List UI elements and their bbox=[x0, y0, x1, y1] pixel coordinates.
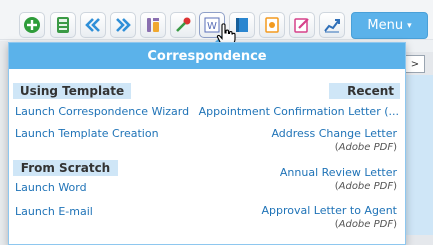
add-button[interactable] bbox=[19, 12, 45, 38]
document-orange-icon bbox=[265, 17, 279, 33]
key-icon bbox=[176, 17, 191, 32]
background-highlight-strip bbox=[404, 75, 433, 235]
edit-button[interactable] bbox=[289, 12, 315, 38]
double-left-arrow-icon bbox=[85, 18, 100, 32]
edit-pink-icon bbox=[294, 18, 309, 33]
from-scratch-header: From Scratch bbox=[13, 160, 118, 176]
add-icon bbox=[24, 17, 40, 33]
menu-button[interactable]: Menu ▾ bbox=[351, 12, 428, 39]
calculator-icon bbox=[57, 17, 69, 33]
launch-correspondence-wizard-link[interactable]: Launch Correspondence Wizard bbox=[15, 105, 189, 118]
tools-icon bbox=[147, 18, 159, 32]
recent-approval-letter-link[interactable]: Approval Letter to Agent bbox=[261, 204, 397, 217]
calculator-button[interactable] bbox=[50, 12, 76, 38]
recent-address-change-format: (Adobe PDF) bbox=[334, 142, 397, 153]
chevron-right-icon: > bbox=[410, 58, 420, 70]
chevron-down-icon: ▾ bbox=[407, 20, 412, 31]
recent-appointment-confirmation-link[interactable]: Appointment Confirmation Letter (... bbox=[199, 105, 399, 118]
double-right-arrow-icon bbox=[116, 18, 131, 32]
next-button[interactable] bbox=[110, 12, 136, 38]
previous-button[interactable] bbox=[80, 12, 106, 38]
correspondence-dropdown: Correspondence Using Template Launch Cor… bbox=[8, 42, 406, 245]
key-button[interactable] bbox=[170, 12, 196, 38]
dropdown-title: Correspondence bbox=[9, 43, 405, 69]
tools-button[interactable] bbox=[140, 12, 166, 38]
background-expand-tab[interactable]: > bbox=[405, 55, 425, 73]
background-left-strip bbox=[0, 41, 8, 245]
recent-annual-review-format: (Adobe PDF) bbox=[334, 181, 397, 192]
document-button[interactable] bbox=[259, 12, 285, 38]
launch-template-creation-link[interactable]: Launch Template Creation bbox=[15, 127, 159, 140]
menu-label: Menu bbox=[367, 18, 404, 33]
using-template-header: Using Template bbox=[13, 83, 131, 99]
launch-word-link[interactable]: Launch Word bbox=[15, 181, 87, 194]
launch-email-link[interactable]: Launch E-mail bbox=[15, 205, 93, 218]
chart-trend-icon bbox=[324, 19, 340, 33]
recent-approval-letter-format: (Adobe PDF) bbox=[334, 219, 397, 230]
recent-header: Recent bbox=[329, 83, 400, 99]
recent-annual-review-link[interactable]: Annual Review Letter bbox=[280, 166, 397, 179]
chart-button[interactable] bbox=[319, 12, 345, 38]
recent-address-change-link[interactable]: Address Change Letter bbox=[271, 127, 397, 140]
